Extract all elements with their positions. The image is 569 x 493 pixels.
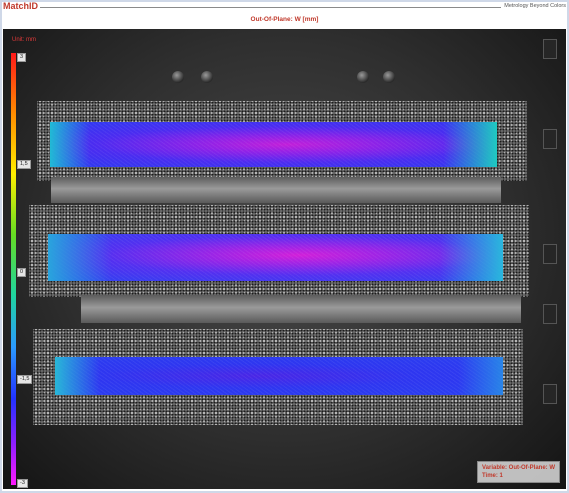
dic-result-viewport[interactable]: Unit: mm 3 1,5 0 -1,5 -3 Variable: Out-O… [3,29,566,489]
colorbar-tick-lower: -1,5 [17,375,33,384]
header-divider [40,7,501,8]
variable-info-box: Variable: Out-Of-Plane: W Time: 1 [476,461,560,483]
app-header: MatchID Metrology Beyond Colors [0,0,569,14]
fixture-knob-icon [172,71,184,83]
clamp-bar-middle [81,295,521,323]
strain-field-top[interactable] [50,122,497,167]
brand-logo: MatchID [3,1,39,11]
fixture-bracket-icon [543,384,557,404]
unit-label: Unit: mm [12,37,36,43]
fixture-knob-icon [201,71,213,83]
plot-title: Out-Of-Plane: W [mm] [250,16,319,23]
brand-tagline: Metrology Beyond Colors [504,3,566,9]
strain-field-bottom[interactable] [55,357,503,395]
strain-field-middle[interactable] [48,234,503,281]
colorbar [11,53,16,485]
colorbar-tick-max: 3 [17,53,27,62]
fixture-knob-icon [357,71,369,83]
fixture-bracket-icon [543,304,557,324]
fixture-bracket-icon [543,129,557,149]
colorbar-tick-min: -3 [17,479,28,488]
fixture-knob-icon [383,71,395,83]
colorbar-tick-upper: 1,5 [17,160,31,169]
variable-label: Variable: Out-Of-Plane: W [481,465,555,471]
colorbar-tick-zero: 0 [17,268,27,277]
fixture-bracket-icon [543,244,557,264]
time-label: Time: 1 [481,473,503,479]
clamp-bar-top [51,177,501,203]
fixture-bracket-icon [543,39,557,59]
